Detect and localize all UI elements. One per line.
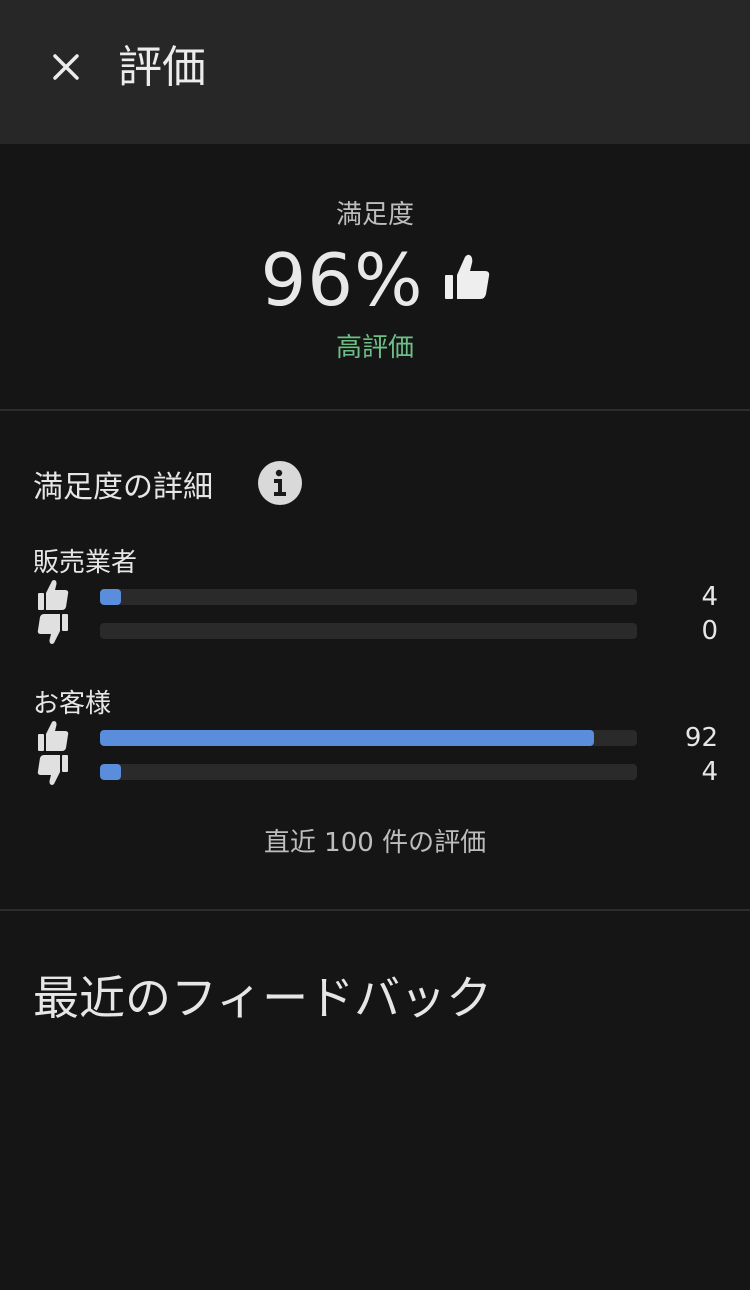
thumbs-down-icon bbox=[37, 614, 68, 644]
thumbs-up-icon bbox=[38, 580, 69, 610]
thumbs-up-icon bbox=[444, 254, 489, 299]
customer-negative-count: 4 bbox=[701, 757, 718, 787]
seller-negative-row: 0 bbox=[0, 614, 750, 648]
bar-fill bbox=[100, 764, 122, 780]
satisfaction-label: 満足度 bbox=[335, 200, 414, 230]
seller-positive-bar bbox=[100, 589, 637, 605]
seller-negative-count: 0 bbox=[701, 616, 718, 646]
group-label-seller: 販売業者 bbox=[33, 548, 138, 578]
close-icon bbox=[53, 54, 79, 80]
customer-positive-bar bbox=[100, 730, 637, 746]
customer-positive-row: 92 bbox=[0, 721, 750, 755]
customer-positive-count: 92 bbox=[684, 723, 718, 753]
divider bbox=[0, 909, 750, 911]
divider bbox=[0, 409, 750, 411]
recent-feedback-title: 最近のフィードバック bbox=[33, 971, 493, 1025]
seller-positive-count: 4 bbox=[701, 582, 718, 612]
thumbs-down-icon bbox=[37, 755, 68, 785]
info-button[interactable] bbox=[258, 461, 302, 505]
customer-negative-row: 4 bbox=[0, 755, 750, 789]
ratings-footnote: 直近 100 件の評価 bbox=[263, 828, 487, 858]
satisfaction-summary: 満足度 96% 高評価 bbox=[0, 144, 750, 410]
info-icon bbox=[274, 469, 286, 496]
details-title: 満足度の詳細 bbox=[33, 470, 213, 505]
satisfaction-percent: 96% bbox=[260, 238, 424, 322]
header-bar: 評価 bbox=[0, 0, 750, 144]
rating-text: 高評価 bbox=[335, 333, 414, 363]
thumbs-up-icon bbox=[38, 721, 69, 751]
seller-positive-row: 4 bbox=[0, 580, 750, 614]
bar-fill bbox=[100, 589, 122, 605]
group-label-customer: お客様 bbox=[33, 689, 112, 719]
seller-negative-bar bbox=[100, 623, 637, 639]
page-title: 評価 bbox=[118, 42, 206, 93]
bar-fill bbox=[100, 730, 595, 746]
close-button[interactable] bbox=[40, 44, 92, 90]
satisfaction-score: 96% bbox=[0, 238, 750, 322]
customer-negative-bar bbox=[100, 764, 637, 780]
